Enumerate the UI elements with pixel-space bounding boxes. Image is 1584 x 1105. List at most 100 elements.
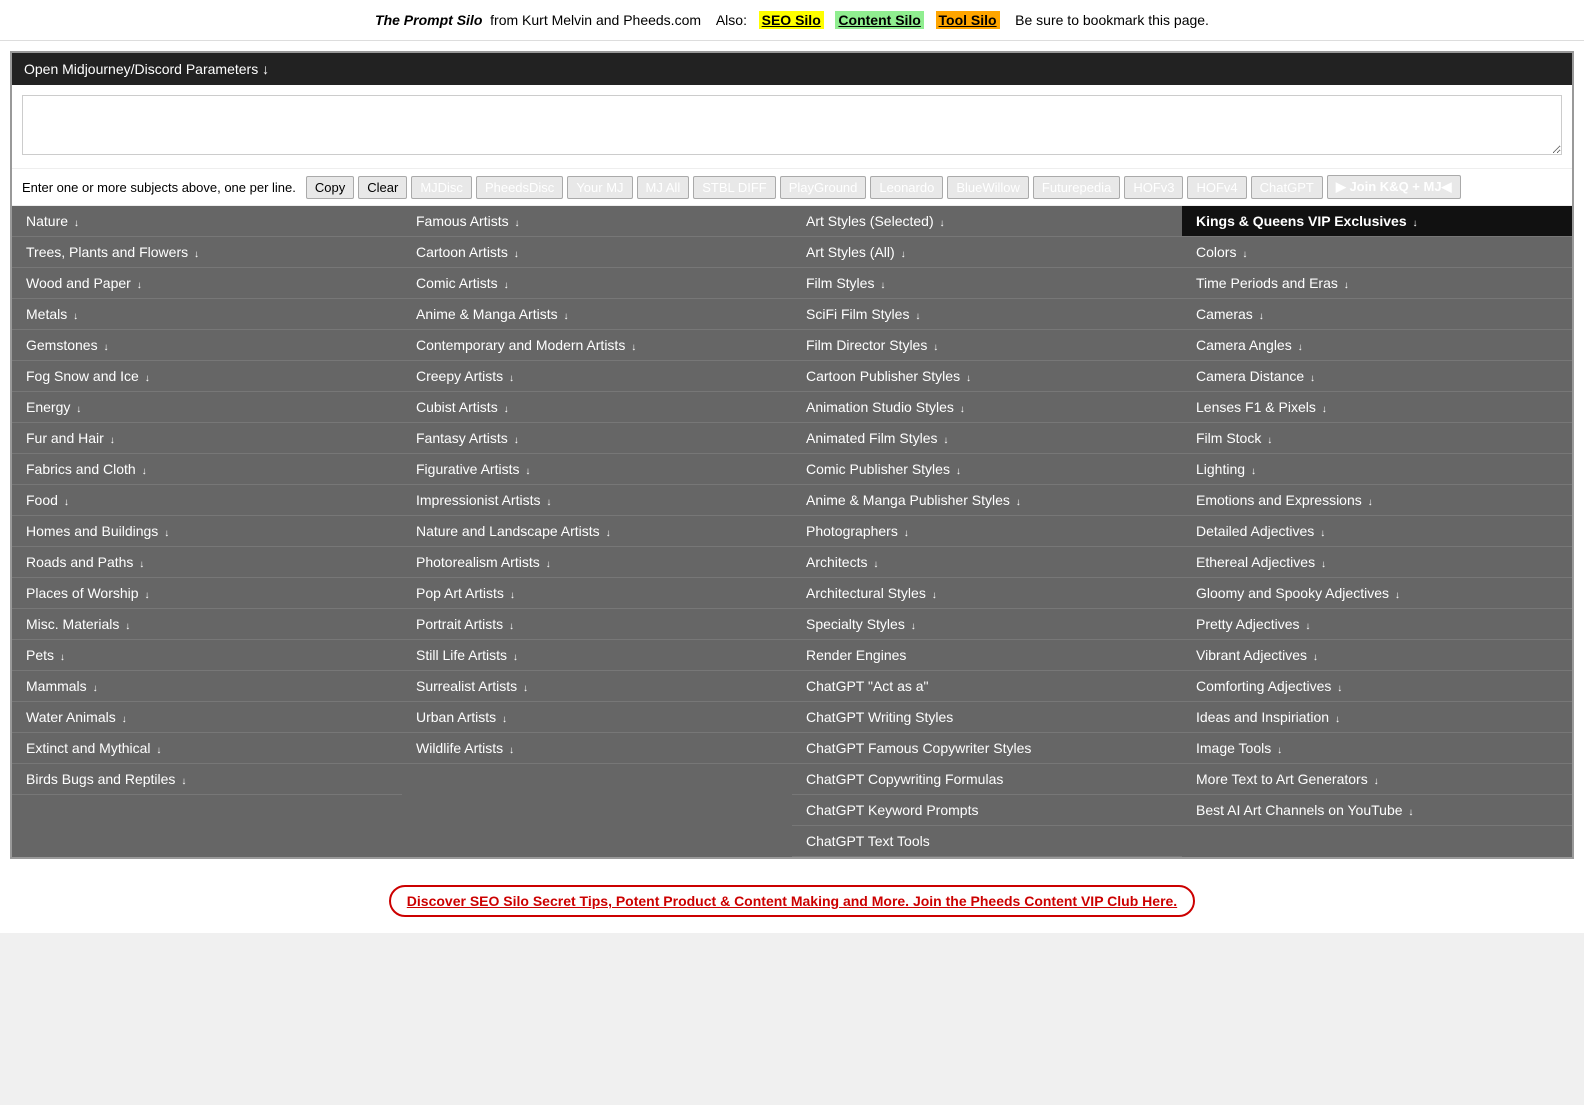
pheedsdisc-button[interactable]: PheedsDisc (476, 176, 563, 199)
cat-worship[interactable]: Places of Worship ↓ (12, 578, 402, 609)
cat-food[interactable]: Food ↓ (12, 485, 402, 516)
cat-surrealist[interactable]: Surrealist Artists ↓ (402, 671, 792, 702)
cat-animated-film[interactable]: Animated Film Styles ↓ (792, 423, 1182, 454)
cat-lighting[interactable]: Lighting ↓ (1182, 454, 1572, 485)
cat-wildlife[interactable]: Wildlife Artists ↓ (402, 733, 792, 764)
cat-comic-publisher[interactable]: Comic Publisher Styles ↓ (792, 454, 1182, 485)
cat-roads[interactable]: Roads and Paths ↓ (12, 547, 402, 578)
copy-button[interactable]: Copy (306, 176, 354, 199)
cat-fantasy[interactable]: Fantasy Artists ↓ (402, 423, 792, 454)
cat-energy[interactable]: Energy ↓ (12, 392, 402, 423)
cat-cartoon-publisher[interactable]: Cartoon Publisher Styles ↓ (792, 361, 1182, 392)
cat-youtube[interactable]: Best AI Art Channels on YouTube ↓ (1182, 795, 1572, 826)
cat-architectural-styles[interactable]: Architectural Styles ↓ (792, 578, 1182, 609)
yourmj-button[interactable]: Your MJ (567, 176, 632, 199)
cat-comforting-adj[interactable]: Comforting Adjectives ↓ (1182, 671, 1572, 702)
cat-gloomy-adj[interactable]: Gloomy and Spooky Adjectives ↓ (1182, 578, 1572, 609)
cat-portrait[interactable]: Portrait Artists ↓ (402, 609, 792, 640)
cat-chatgpt-text[interactable]: ChatGPT Text Tools (792, 826, 1182, 857)
cat-photorealism[interactable]: Photorealism Artists ↓ (402, 547, 792, 578)
mjall-button[interactable]: MJ All (637, 176, 690, 199)
join-button[interactable]: ▶ Join K&Q + MJ◀ (1327, 175, 1461, 199)
dropdown-bar[interactable]: Open Midjourney/Discord Parameters ↓ (12, 53, 1572, 85)
cat-cartoon-artists[interactable]: Cartoon Artists ↓ (402, 237, 792, 268)
cat-figurative[interactable]: Figurative Artists ↓ (402, 454, 792, 485)
cat-nature[interactable]: Nature ↓ (12, 206, 402, 237)
cat-wood[interactable]: Wood and Paper ↓ (12, 268, 402, 299)
cat-chatgpt-keyword[interactable]: ChatGPT Keyword Prompts (792, 795, 1182, 826)
cat-film-director[interactable]: Film Director Styles ↓ (792, 330, 1182, 361)
cat-more-generators[interactable]: More Text to Art Generators ↓ (1182, 764, 1572, 795)
bluewillow-button[interactable]: BlueWillow (947, 176, 1029, 199)
chatgpt-button[interactable]: ChatGPT (1251, 176, 1323, 199)
cat-vibrant-adj[interactable]: Vibrant Adjectives ↓ (1182, 640, 1572, 671)
cat-chatgpt-act[interactable]: ChatGPT "Act as a" (792, 671, 1182, 702)
cat-lenses[interactable]: Lenses F1 & Pixels ↓ (1182, 392, 1572, 423)
cat-camera-angles[interactable]: Camera Angles ↓ (1182, 330, 1572, 361)
cat-misc[interactable]: Misc. Materials ↓ (12, 609, 402, 640)
header-title: The Prompt Silo from Kurt Melvin and Phe… (375, 12, 705, 28)
cat-famous-artists[interactable]: Famous Artists ↓ (402, 206, 792, 237)
cat-specialty[interactable]: Specialty Styles ↓ (792, 609, 1182, 640)
cat-photographers[interactable]: Photographers ↓ (792, 516, 1182, 547)
cat-detailed-adj[interactable]: Detailed Adjectives ↓ (1182, 516, 1572, 547)
cat-chatgpt-formulas[interactable]: ChatGPT Copywriting Formulas (792, 764, 1182, 795)
cat-fog[interactable]: Fog Snow and Ice ↓ (12, 361, 402, 392)
mjdisc-button[interactable]: MJDisc (411, 176, 472, 199)
cat-anime-artists[interactable]: Anime & Manga Artists ↓ (402, 299, 792, 330)
cat-art-all[interactable]: Art Styles (All) ↓ (792, 237, 1182, 268)
cat-image-tools[interactable]: Image Tools ↓ (1182, 733, 1572, 764)
tool-silo-link[interactable]: Tool Silo (936, 11, 1000, 29)
cat-fur[interactable]: Fur and Hair ↓ (12, 423, 402, 454)
cat-cubist[interactable]: Cubist Artists ↓ (402, 392, 792, 423)
clear-button[interactable]: Clear (358, 176, 407, 199)
cat-extinct[interactable]: Extinct and Mythical ↓ (12, 733, 402, 764)
cat-trees[interactable]: Trees, Plants and Flowers ↓ (12, 237, 402, 268)
cat-animation-studio[interactable]: Animation Studio Styles ↓ (792, 392, 1182, 423)
playground-button[interactable]: PlayGround (780, 176, 867, 199)
subject-input[interactable] (22, 95, 1562, 155)
cat-kings-queens[interactable]: Kings & Queens VIP Exclusives ↓ (1182, 206, 1572, 237)
cat-impressionist[interactable]: Impressionist Artists ↓ (402, 485, 792, 516)
cat-water-animals[interactable]: Water Animals ↓ (12, 702, 402, 733)
cat-mammals[interactable]: Mammals ↓ (12, 671, 402, 702)
cat-urban[interactable]: Urban Artists ↓ (402, 702, 792, 733)
cat-comic-artists[interactable]: Comic Artists ↓ (402, 268, 792, 299)
cat-architects[interactable]: Architects ↓ (792, 547, 1182, 578)
futurepedia-button[interactable]: Futurepedia (1033, 176, 1120, 199)
stbldiff-button[interactable]: STBL DIFF (693, 176, 776, 199)
content-silo-link[interactable]: Content Silo (835, 11, 923, 29)
cat-pop-art[interactable]: Pop Art Artists ↓ (402, 578, 792, 609)
cat-film-styles[interactable]: Film Styles ↓ (792, 268, 1182, 299)
cat-ethereal-adj[interactable]: Ethereal Adjectives ↓ (1182, 547, 1572, 578)
cat-cameras[interactable]: Cameras ↓ (1182, 299, 1572, 330)
cat-metals[interactable]: Metals ↓ (12, 299, 402, 330)
cat-birds[interactable]: Birds Bugs and Reptiles ↓ (12, 764, 402, 795)
cat-still-life[interactable]: Still Life Artists ↓ (402, 640, 792, 671)
cat-camera-distance[interactable]: Camera Distance ↓ (1182, 361, 1572, 392)
cat-contemporary[interactable]: Contemporary and Modern Artists ↓ (402, 330, 792, 361)
cat-fabrics[interactable]: Fabrics and Cloth ↓ (12, 454, 402, 485)
cat-chatgpt-copywriter[interactable]: ChatGPT Famous Copywriter Styles (792, 733, 1182, 764)
cat-pets[interactable]: Pets ↓ (12, 640, 402, 671)
cat-chatgpt-writing[interactable]: ChatGPT Writing Styles (792, 702, 1182, 733)
cat-anime-publisher[interactable]: Anime & Manga Publisher Styles ↓ (792, 485, 1182, 516)
cat-creepy[interactable]: Creepy Artists ↓ (402, 361, 792, 392)
hofv4-button[interactable]: HOFv4 (1187, 176, 1246, 199)
cat-render-engines[interactable]: Render Engines (792, 640, 1182, 671)
cat-colors[interactable]: Colors ↓ (1182, 237, 1572, 268)
hofv3-button[interactable]: HOFv3 (1124, 176, 1183, 199)
cat-gemstones[interactable]: Gemstones ↓ (12, 330, 402, 361)
cat-pretty-adj[interactable]: Pretty Adjectives ↓ (1182, 609, 1572, 640)
footer-link[interactable]: Discover SEO Silo Secret Tips, Potent Pr… (389, 885, 1195, 917)
cat-time-periods[interactable]: Time Periods and Eras ↓ (1182, 268, 1572, 299)
cat-art-selected[interactable]: Art Styles (Selected) ↓ (792, 206, 1182, 237)
seo-silo-link[interactable]: SEO Silo (759, 11, 824, 29)
cat-nature-landscape[interactable]: Nature and Landscape Artists ↓ (402, 516, 792, 547)
cat-film-stock[interactable]: Film Stock ↓ (1182, 423, 1572, 454)
cat-ideas[interactable]: Ideas and Inspiriation ↓ (1182, 702, 1572, 733)
cat-emotions[interactable]: Emotions and Expressions ↓ (1182, 485, 1572, 516)
cat-homes[interactable]: Homes and Buildings ↓ (12, 516, 402, 547)
leonardo-button[interactable]: Leonardo (870, 176, 943, 199)
cat-scifi-film[interactable]: SciFi Film Styles ↓ (792, 299, 1182, 330)
